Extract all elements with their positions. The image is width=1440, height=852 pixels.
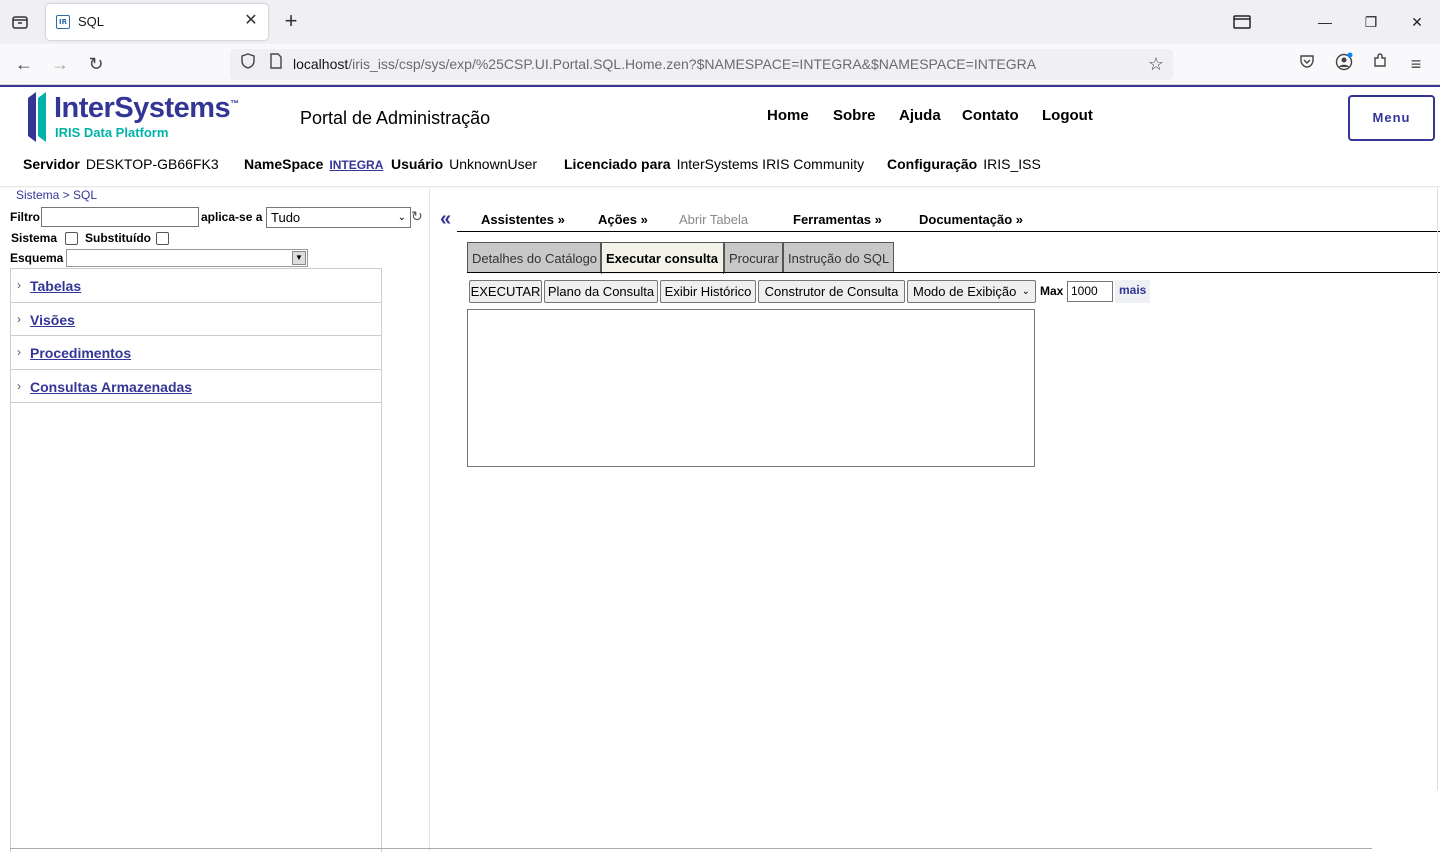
tree-item-procedimentos[interactable]: › Procedimentos bbox=[11, 336, 381, 370]
menubar-divider bbox=[457, 231, 1440, 232]
tabs-divider bbox=[467, 272, 1440, 273]
collapse-panel-icon[interactable]: « bbox=[440, 208, 451, 231]
new-tab-icon[interactable]: + bbox=[280, 10, 302, 32]
menu-assistentes[interactable]: Assistentes » bbox=[481, 212, 565, 227]
tree-link[interactable]: Visões bbox=[30, 312, 75, 328]
header-divider bbox=[0, 186, 1440, 188]
close-window-icon[interactable]: ✕ bbox=[1405, 10, 1429, 34]
license-info: Licenciado para InterSystems IRIS Communi… bbox=[564, 156, 865, 172]
browser-tab-bar: IR SQL ✕ + — ❐ ✕ bbox=[0, 0, 1440, 44]
menu-documentacao[interactable]: Documentação » bbox=[919, 212, 1023, 227]
bottom-scrollbar[interactable] bbox=[10, 848, 1372, 849]
restore-icon[interactable]: ❐ bbox=[1359, 10, 1383, 34]
tree-item-visoes[interactable]: › Visões bbox=[11, 303, 381, 336]
accent-bar bbox=[0, 85, 1440, 87]
menu-icon[interactable]: ≡ bbox=[1404, 52, 1428, 76]
namespace-link[interactable]: INTEGRA bbox=[329, 158, 383, 172]
filter-input[interactable] bbox=[41, 207, 199, 227]
breadcrumb[interactable]: Sistema > SQL bbox=[16, 188, 97, 202]
page-icon[interactable] bbox=[264, 52, 288, 76]
tab-list-icon[interactable] bbox=[8, 10, 32, 34]
system-label: Sistema bbox=[11, 231, 58, 245]
logo-subtitle: IRIS Data Platform bbox=[55, 125, 169, 140]
account-icon[interactable] bbox=[1332, 52, 1356, 76]
applies-to-select[interactable]: Tudo ⌄ bbox=[266, 207, 411, 228]
logo-mark-icon bbox=[28, 92, 46, 142]
nav-contato[interactable]: Contato bbox=[962, 107, 1019, 124]
display-mode-select[interactable]: Modo de Exibição ⌄ bbox=[907, 280, 1036, 303]
chevron-right-icon[interactable]: › bbox=[17, 278, 21, 292]
panel-divider bbox=[429, 188, 430, 852]
query-builder-button[interactable]: Construtor de Consulta bbox=[758, 280, 905, 303]
filter-label: Filtro bbox=[10, 210, 40, 224]
chevron-right-icon[interactable]: › bbox=[17, 345, 21, 359]
namespace-info: NameSpace INTEGRA bbox=[244, 156, 384, 172]
nav-ajuda[interactable]: Ajuda bbox=[899, 107, 941, 124]
replaced-label: Substituído bbox=[85, 231, 151, 245]
replaced-checkbox[interactable] bbox=[156, 232, 169, 245]
logo-wordmark: InterSystems™ bbox=[54, 92, 239, 124]
favicon-icon: IR bbox=[56, 15, 70, 29]
extensions-icon[interactable] bbox=[1368, 52, 1392, 76]
tree-link[interactable]: Consultas Armazenadas bbox=[30, 379, 192, 395]
tab-procurar[interactable]: Procurar bbox=[724, 242, 783, 273]
chevron-right-icon[interactable]: › bbox=[17, 312, 21, 326]
max-rows-input[interactable]: 1000 bbox=[1067, 281, 1113, 302]
close-icon[interactable]: ✕ bbox=[242, 12, 260, 30]
minimize-icon[interactable]: — bbox=[1313, 10, 1337, 34]
reload-icon[interactable]: ↻ bbox=[84, 52, 108, 76]
query-textarea[interactable] bbox=[467, 309, 1035, 467]
tree-link[interactable]: Tabelas bbox=[30, 278, 81, 294]
menu-ferramentas[interactable]: Ferramentas » bbox=[793, 212, 882, 227]
shield-icon[interactable] bbox=[236, 52, 260, 76]
tab-detalhes-catalogo[interactable]: Detalhes do Catálogo bbox=[467, 242, 601, 273]
max-label: Max bbox=[1040, 284, 1064, 298]
history-button[interactable]: Exibir Histórico bbox=[660, 280, 756, 303]
schema-combobox[interactable]: ▼ bbox=[66, 249, 308, 267]
dropdown-arrow-icon[interactable]: ▼ bbox=[292, 251, 306, 265]
tab-instrucao-sql[interactable]: Instrução do SQL bbox=[783, 242, 894, 273]
tab-title: SQL bbox=[78, 14, 105, 29]
schema-tree: › Tabelas › Visões › Procedimentos › Consult… bbox=[10, 268, 382, 852]
menu-button[interactable]: Menu bbox=[1348, 95, 1435, 141]
intersystems-logo[interactable]: InterSystems™ IRIS Data Platform bbox=[28, 92, 243, 144]
back-icon[interactable]: ← bbox=[12, 52, 36, 76]
scrollbar-track[interactable] bbox=[1437, 188, 1438, 790]
query-plan-button[interactable]: Plano da Consulta bbox=[544, 280, 658, 303]
pocket-icon[interactable] bbox=[1295, 52, 1319, 76]
tree-item-consultas[interactable]: › Consultas Armazenadas bbox=[11, 370, 381, 403]
executar-button[interactable]: EXECUTAR bbox=[469, 280, 542, 303]
nav-home[interactable]: Home bbox=[767, 107, 809, 124]
chevron-down-icon: ⌄ bbox=[1021, 286, 1030, 297]
tree-link[interactable]: Procedimentos bbox=[30, 345, 131, 361]
schema-label: Esquema bbox=[10, 251, 64, 265]
user-info: Usuário UnknownUser bbox=[391, 156, 538, 172]
system-checkbox[interactable] bbox=[65, 232, 78, 245]
more-link[interactable]: mais bbox=[1115, 280, 1151, 303]
window-mode-icon[interactable] bbox=[1230, 10, 1254, 34]
server-info: Servidor DESKTOP-GB66FK3 bbox=[23, 156, 219, 172]
forward-icon[interactable]: → bbox=[48, 52, 72, 76]
url-bar[interactable]: localhost/iris_iss/csp/sys/exp/%25CSP.UI… bbox=[230, 49, 1173, 80]
chevron-down-icon: ⌄ bbox=[397, 212, 406, 223]
menu-acoes[interactable]: Ações » bbox=[598, 212, 648, 227]
applies-to-label: aplica-se a bbox=[201, 210, 263, 224]
refresh-icon[interactable]: ↻ bbox=[411, 209, 425, 223]
star-icon[interactable]: ☆ bbox=[1144, 52, 1168, 76]
nav-sobre[interactable]: Sobre bbox=[833, 107, 876, 124]
browser-tab[interactable]: IR SQL ✕ bbox=[46, 4, 268, 40]
tab-executar-consulta[interactable]: Executar consulta bbox=[601, 242, 724, 274]
tree-item-tabelas[interactable]: › Tabelas bbox=[11, 269, 381, 303]
config-info: Configuração IRIS_ISS bbox=[887, 156, 1041, 172]
url-text[interactable]: localhost/iris_iss/csp/sys/exp/%25CSP.UI… bbox=[293, 56, 1036, 72]
nav-logout[interactable]: Logout bbox=[1042, 107, 1093, 124]
menu-abrir-tabela[interactable]: Abrir Tabela bbox=[679, 212, 748, 227]
portal-title: Portal de Administração bbox=[300, 108, 491, 128]
browser-nav-bar: ← → ↻ localhost/iris_iss/csp/sys/exp/%25… bbox=[0, 44, 1440, 85]
chevron-right-icon[interactable]: › bbox=[17, 379, 21, 393]
